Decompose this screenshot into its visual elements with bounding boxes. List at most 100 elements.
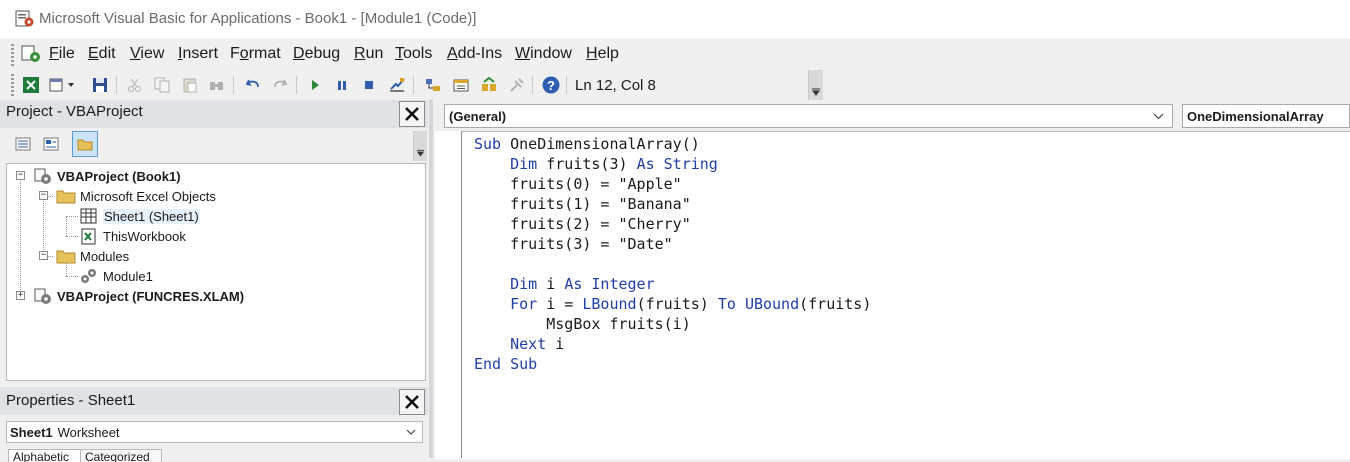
code-keyword: LBound [582, 295, 637, 313]
object-name: Sheet1 [10, 424, 53, 440]
margin-indicator-bar[interactable] [435, 131, 462, 458]
tab-alphabetic[interactable]: Alphabetic [8, 449, 84, 462]
procedure-combo[interactable]: OneDimensionalArray [1182, 104, 1350, 128]
code-line[interactable]: For i = LBound(fruits) To UBound(fruits) [474, 294, 871, 314]
toolbar-separator [566, 76, 567, 94]
vbaproject-icon [34, 288, 51, 304]
code-line[interactable]: Next i [474, 334, 564, 354]
toolbar-separator [296, 76, 297, 94]
menu-edit[interactable]: Edit [88, 45, 116, 63]
tree-item-excel-objects[interactable]: Microsoft Excel Objects [56, 186, 216, 206]
module-icon [81, 269, 96, 283]
toolbar-grip[interactable] [11, 74, 14, 96]
code-line[interactable]: Dim i As Integer [474, 274, 655, 294]
object-browser-icon[interactable] [478, 74, 500, 96]
menu-view[interactable]: View [130, 45, 164, 63]
help-icon[interactable]: ? [540, 74, 562, 96]
pane-toolbar-options[interactable] [413, 131, 427, 161]
toolbox-icon[interactable] [506, 74, 528, 96]
tree-expander[interactable]: − [39, 191, 48, 200]
code-line[interactable]: End Sub [474, 354, 537, 374]
close-icon [405, 107, 419, 121]
code-text: i [546, 275, 565, 293]
toggle-folders-button[interactable] [72, 131, 98, 157]
tree-item-label: VBAProject (Book1) [57, 168, 181, 184]
toolbar-options-button[interactable] [808, 70, 823, 100]
chevron-down-icon [1153, 113, 1164, 120]
run-icon[interactable] [304, 74, 326, 96]
code-text: fruits(3) = "Date" [474, 235, 673, 253]
properties-close-button[interactable] [399, 389, 425, 415]
project-close-button[interactable] [399, 101, 425, 127]
code-line[interactable]: MsgBox fruits(i) [474, 314, 691, 334]
tree-expander[interactable]: − [39, 251, 48, 260]
procedure-combo-value: OneDimensionalArray [1187, 108, 1324, 124]
view-excel-icon[interactable] [20, 74, 42, 96]
menu-tools[interactable]: Tools [395, 45, 432, 63]
code-line[interactable]: Sub OneDimensionalArray() [474, 134, 700, 154]
code-line[interactable]: fruits(0) = "Apple" [474, 174, 682, 194]
svg-text:?: ? [547, 78, 555, 93]
redo-icon[interactable] [269, 74, 291, 96]
tree-item-sheet1[interactable]: Sheet1 (Sheet1) [79, 206, 200, 226]
properties-icon[interactable] [450, 74, 472, 96]
code-text: i [555, 335, 565, 353]
code-keyword: As Integer [564, 275, 655, 293]
menu-addins[interactable]: Add-Ins [447, 45, 502, 63]
code-line[interactable]: fruits(2) = "Cherry" [474, 214, 691, 234]
save-icon[interactable] [89, 74, 111, 96]
tab-categorized[interactable]: Categorized [80, 449, 162, 462]
tree-item-module1[interactable]: Module1 [79, 266, 153, 286]
view-code-button[interactable] [12, 133, 34, 155]
code-text: i = [546, 295, 583, 313]
object-combo[interactable]: (General) [444, 104, 1173, 128]
properties-pane-title: Properties - Sheet1 [6, 392, 136, 409]
tree-item-modules[interactable]: Modules [56, 246, 129, 266]
insert-dropdown-icon[interactable] [66, 74, 76, 96]
toolbar-separator [233, 76, 234, 94]
menu-debug[interactable]: Debug [293, 45, 340, 63]
code-keyword: As String [636, 155, 718, 173]
code-line[interactable]: fruits(3) = "Date" [474, 234, 673, 254]
cut-icon[interactable] [124, 74, 146, 96]
code-keyword: UBound [744, 295, 800, 313]
worksheet-icon [80, 208, 97, 224]
tree-item-vbaproject-funcres[interactable]: VBAProject (FUNCRES.XLAM) [33, 286, 244, 306]
menu-window[interactable]: Window [515, 45, 572, 63]
tree-item-vbaproject-book1[interactable]: VBAProject (Book1) [33, 166, 181, 186]
menu-run[interactable]: Run [354, 45, 383, 63]
project-explorer-icon[interactable] [422, 74, 444, 96]
code-line[interactable]: Dim fruits(3) As String [474, 154, 718, 174]
code-text: OneDimensionalArray() [510, 135, 700, 153]
menu-help[interactable]: Help [586, 45, 619, 63]
code-text: fruits(2) = "Cherry" [474, 215, 691, 233]
menu-insert[interactable]: Insert [178, 45, 218, 63]
design-mode-icon[interactable] [386, 74, 408, 96]
project-tree[interactable]: − VBAProject (Book1) − Microsoft Excel O… [6, 163, 426, 381]
tree-expander[interactable]: − [16, 171, 25, 180]
view-object-icon [43, 137, 59, 151]
tree-expander[interactable]: + [16, 291, 25, 300]
menu-grip[interactable] [11, 44, 14, 66]
view-object-button[interactable] [40, 133, 62, 155]
undo-icon[interactable] [242, 74, 264, 96]
insert-userform-icon[interactable] [46, 74, 68, 96]
close-icon [405, 395, 419, 409]
code-line[interactable]: fruits(1) = "Banana" [474, 194, 691, 214]
find-icon[interactable] [206, 74, 228, 96]
break-icon[interactable] [331, 74, 353, 96]
paste-icon[interactable] [179, 74, 201, 96]
code-text: fruits(3) [546, 155, 637, 173]
project-pane-title: Project - VBAProject [6, 103, 143, 120]
tree-item-thisworkbook[interactable]: ThisWorkbook [79, 226, 186, 246]
copy-icon[interactable] [151, 74, 173, 96]
reset-icon[interactable] [358, 74, 380, 96]
menu-file[interactable]: File [49, 45, 75, 63]
code-text: (fruits) [636, 295, 718, 313]
object-type: Worksheet [57, 424, 120, 440]
object-selector[interactable]: Sheet1 Worksheet [6, 421, 423, 443]
menu-format[interactable]: Format [230, 45, 281, 63]
menu-app-icon[interactable] [20, 43, 42, 65]
